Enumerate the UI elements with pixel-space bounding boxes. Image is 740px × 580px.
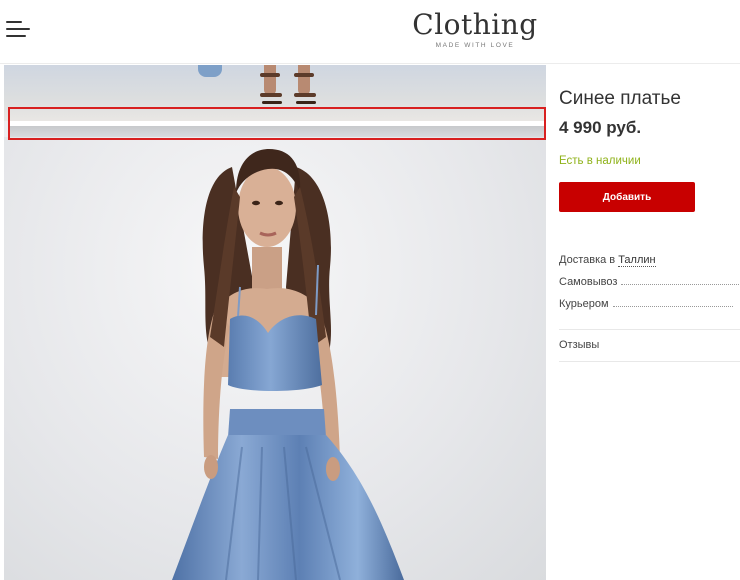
tab-reviews[interactable]: Отзывы — [559, 339, 599, 351]
delivery-option-label: Курьером — [559, 298, 609, 310]
logo[interactable]: Clothing MADE WITH LOVE — [380, 8, 570, 50]
feet-sandals-image — [260, 65, 320, 107]
divider — [559, 329, 740, 330]
delivery-option-label: Самовывоз — [559, 276, 618, 288]
product-gallery[interactable] — [4, 65, 546, 580]
product-title: Синее платье — [559, 88, 681, 109]
delivery-option-pickup: Самовывоз — [559, 276, 740, 288]
delivery-option-courier: Курьером — [559, 298, 740, 310]
header: Clothing MADE WITH LOVE — [0, 0, 740, 64]
selection-highlight-box — [8, 107, 546, 140]
product-price: 4 990 руб. — [559, 118, 642, 137]
divider — [559, 361, 740, 362]
logo-tagline: MADE WITH LOVE — [435, 42, 515, 49]
hamburger-menu-icon[interactable] — [6, 20, 30, 38]
add-to-cart-button[interactable]: Добавить — [559, 182, 695, 212]
delivery-city-link[interactable]: Таллин — [618, 254, 656, 267]
delivery-label: Доставка в — [559, 254, 619, 266]
product-main-image[interactable] — [4, 137, 546, 580]
model-in-blue-dress-image — [172, 149, 404, 580]
dress-hem-image — [198, 65, 222, 77]
delivery-info: Доставка в Таллин — [559, 254, 740, 267]
stock-status: Есть в наличии — [559, 155, 641, 167]
logo-title: Clothing — [412, 8, 538, 41]
